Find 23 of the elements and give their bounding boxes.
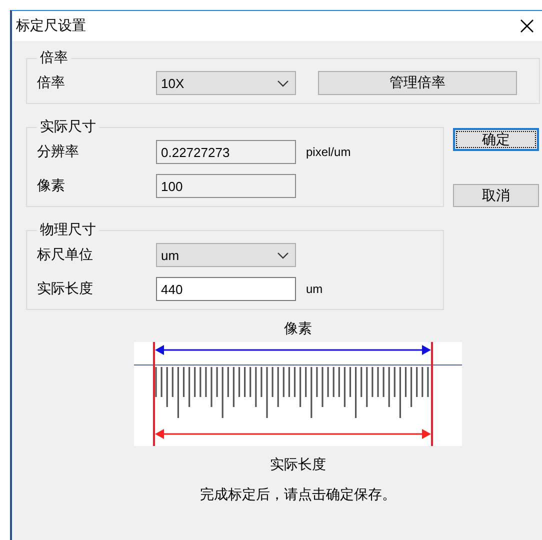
chevron-down-icon [277, 80, 289, 86]
chevron-down-icon [277, 252, 289, 258]
window-title: 标定尺设置 [16, 17, 86, 35]
field-label: 分辨率 [37, 143, 80, 161]
confirm-button[interactable]: 确定 [453, 128, 539, 151]
field-label: 像素 [37, 177, 66, 195]
group-title: 倍率 [39, 49, 69, 67]
dropdown[interactable]: 10X [156, 71, 296, 95]
close-icon[interactable] [520, 19, 534, 33]
dropdown[interactable]: um [156, 243, 296, 267]
unit-label: pixel/um [306, 145, 351, 159]
unit-label: um [306, 282, 323, 296]
cancel-button[interactable]: 取消 [453, 184, 539, 207]
field-label: 实际长度 [37, 280, 94, 298]
field-label: 倍率 [37, 74, 66, 92]
diagram-caption: 像素 [284, 320, 312, 338]
field-label: 标尺单位 [37, 246, 94, 264]
hint-text: 完成标定后，请点击确定保存。 [200, 486, 396, 504]
group-title: 实际尺寸 [39, 118, 97, 136]
group-title: 物理尺寸 [39, 221, 97, 239]
diagram-caption: 实际长度 [270, 456, 326, 474]
input-field[interactable]: 440 [156, 277, 296, 301]
manage-button[interactable]: 管理倍率 [318, 71, 517, 95]
